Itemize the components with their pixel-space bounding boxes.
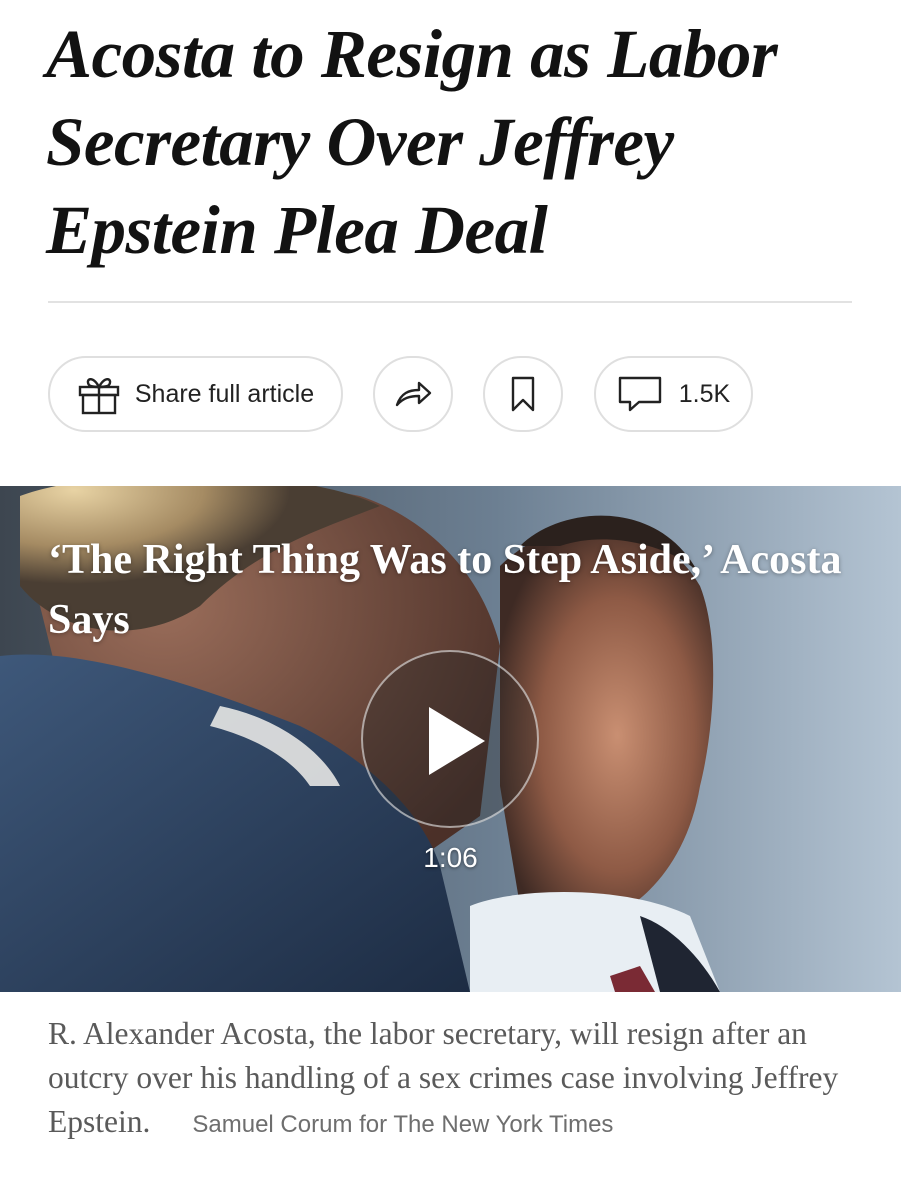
video-duration: 1:06: [423, 842, 478, 873]
article-headline: Acosta to Resign as Labor Secretary Over…: [46, 16, 778, 268]
save-bookmark-button[interactable]: [483, 356, 563, 432]
image-caption: R. Alexander Acosta, the labor secretary…: [48, 1012, 858, 1147]
bookmark-icon: [511, 376, 535, 412]
headline-divider: [48, 301, 852, 303]
share-full-article-label: Share full article: [134, 379, 315, 408]
photo-credit: Samuel Corum for The New York Times: [192, 1111, 614, 1138]
share-full-article-button[interactable]: Share full article: [48, 356, 343, 432]
video-player[interactable]: ‘The Right Thing Was to Step Aside,’ Aco…: [0, 486, 901, 992]
comments-button[interactable]: 1.5K: [594, 356, 753, 432]
comment-icon: [618, 376, 661, 412]
play-icon: [429, 707, 485, 775]
gift-icon: [78, 378, 120, 415]
share-arrow-icon: [395, 381, 432, 407]
article-toolbar: Share full article 1.5K: [48, 356, 853, 434]
play-button[interactable]: [361, 650, 539, 828]
video-title: ‘The Right Thing Was to Step Aside,’ Aco…: [48, 537, 842, 643]
share-button[interactable]: [373, 356, 453, 432]
comments-count: 1.5K: [678, 379, 731, 408]
